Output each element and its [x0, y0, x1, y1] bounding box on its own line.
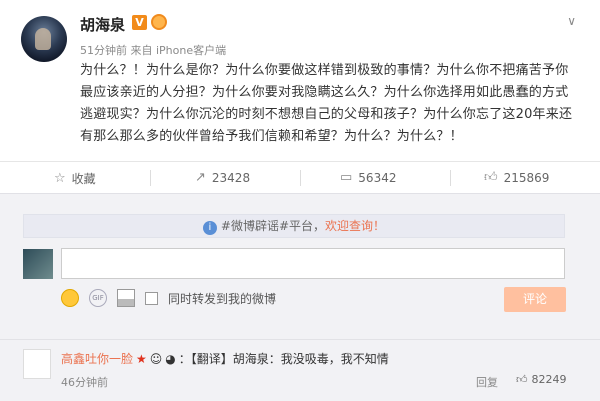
comment-text: ：【翻译】胡海泉：我没吸毒，我不知情 [178, 352, 389, 366]
chevron-down-icon[interactable]: ∨ [567, 14, 576, 28]
reply-button[interactable]: 回复 [476, 374, 498, 390]
panda-icon: ◕ [165, 351, 176, 366]
gif-icon[interactable]: GIF [89, 289, 107, 307]
forward-checkbox-label: 同时转发到我的微博 [168, 291, 277, 306]
comment-like-button[interactable]: 👍︎ 82249 [516, 373, 567, 386]
info-icon: i [202, 221, 217, 235]
repost-button[interactable]: ↗ 23428 [195, 170, 250, 185]
divider [0, 339, 600, 340]
notice-text: #微博辟谣#平台， [220, 219, 326, 233]
user-avatar[interactable] [21, 16, 67, 62]
emoji-icon: ☺ [149, 351, 163, 366]
star-icon: ☆ [54, 171, 66, 186]
comment-count: 56342 [358, 170, 397, 185]
like-button[interactable]: 👍︎ 215869 [484, 170, 549, 185]
emoji-icon[interactable] [61, 289, 79, 307]
thumbs-up-icon: 👍︎ [484, 170, 498, 185]
image-icon[interactable] [117, 289, 135, 307]
comment-button[interactable]: ▭ 56342 [340, 170, 396, 185]
forward-checkbox[interactable] [145, 291, 158, 305]
thumbs-up-icon: 👍︎ [516, 373, 528, 386]
divider [150, 170, 151, 186]
current-user-avatar [23, 249, 53, 279]
verified-icon: V [132, 15, 147, 30]
post-meta: 51分钟前 来自 iPhone客户端 [80, 44, 227, 57]
divider [300, 170, 301, 186]
medal-icon [151, 14, 167, 30]
repost-icon: ↗ [195, 170, 206, 185]
comment-toolbar: GIF 同时转发到我的微博 [61, 289, 276, 307]
repost-count: 23428 [211, 170, 251, 185]
comment-input[interactable] [61, 248, 565, 279]
weibo-post: 胡海泉 V ∨ 51分钟前 来自 iPhone客户端 为什么？！为什么是你？为什… [0, 0, 600, 160]
post-actions-bar: ☆ 收藏 ↗ 23428 ▭ 56342 👍︎ 215869 [0, 161, 600, 193]
post-content: 为什么？！为什么是你？为什么你要做这样错到极致的事情？为什么你不把痛苦予你最应该… [80, 63, 573, 144]
username[interactable]: 胡海泉 [80, 14, 125, 35]
like-count: 215869 [503, 170, 550, 185]
comment-icon: ▭ [340, 170, 353, 185]
divider [450, 170, 451, 186]
submit-comment-button[interactable]: 评论 [504, 287, 566, 312]
rumor-notice: i #微博辟谣#平台，欢迎查询！ [23, 214, 565, 238]
comment-time: 46分钟前 [61, 376, 108, 389]
comment-panel: i #微博辟谣#平台，欢迎查询！ GIF 同时转发到我的微博 评论 高鑫吐你一脸 … [0, 193, 600, 401]
commenter-name[interactable]: 高鑫吐你一脸 [61, 350, 133, 367]
commenter-avatar[interactable] [23, 349, 51, 379]
star-icon: ★ [136, 351, 147, 366]
notice-link[interactable]: 欢迎查询！ [325, 219, 385, 233]
favorite-label: 收藏 [71, 172, 96, 186]
comment-body: 高鑫吐你一脸 ★ ☺ ◕ ：【翻译】胡海泉：我没吸毒，我不知情 [61, 350, 389, 367]
comment-like-count: 82249 [531, 373, 567, 386]
favorite-button[interactable]: ☆ 收藏 [54, 170, 96, 187]
